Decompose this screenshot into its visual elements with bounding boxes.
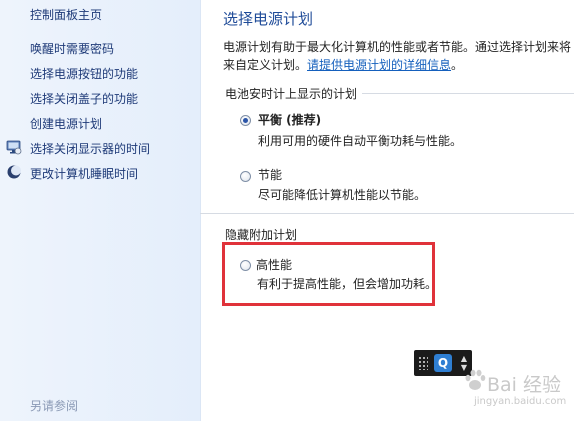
description-suffix: 。: [451, 58, 464, 72]
battery-group-divider: [362, 93, 574, 94]
balanced-radio[interactable]: [240, 115, 251, 126]
watermark-url: jingyan.baidu.com: [474, 396, 567, 407]
sidebar-item-require-password[interactable]: 唤醒时需要密码: [30, 40, 114, 57]
description-prefix: 来自定义计划。: [223, 58, 308, 72]
sidebar-item-create-plan[interactable]: 创建电源计划: [30, 115, 102, 132]
balanced-plan-description: 利用可用的硬件自动平衡功耗与性能。: [258, 134, 463, 148]
widget-q-button[interactable]: Q: [434, 354, 452, 372]
hidden-plans-divider: [200, 213, 574, 214]
monitor-icon: [6, 139, 22, 155]
watermark: Bai 经验 jingyan.baidu.com: [462, 362, 572, 412]
sidebar: 控制面板主页 唤醒时需要密码 选择电源按钮的功能 选择关闭盖子的功能 创建电源计…: [0, 0, 201, 421]
description-line-2: 来自定义计划。请提供电源计划的详细信息。: [223, 56, 574, 74]
sidebar-item-control-panel-home[interactable]: 控制面板主页: [30, 6, 102, 23]
sidebar-item-lid-close[interactable]: 选择关闭盖子的功能: [30, 90, 138, 107]
highlight-box: [222, 242, 435, 306]
battery-plans-group-label: 电池安时计上显示的计划: [225, 87, 358, 101]
main-content: 选择电源计划 电源计划有助于最大化计算机的性能或者节能。通过选择计划来将 来自定…: [200, 0, 574, 421]
hidden-plans-toggle[interactable]: 隐藏附加计划: [225, 226, 297, 243]
power-saver-plan-name[interactable]: 节能: [258, 166, 282, 183]
sidebar-item-power-button[interactable]: 选择电源按钮的功能: [30, 65, 138, 82]
see-also-heading: 另请参阅: [30, 399, 79, 413]
watermark-text: Bai 经验: [487, 374, 561, 396]
paw-icon: [465, 369, 486, 390]
drag-handle-icon[interactable]: [418, 356, 428, 370]
plan-details-link[interactable]: 请提供电源计划的详细信息: [307, 58, 451, 72]
page-title: 选择电源计划: [223, 10, 314, 28]
power-saver-plan-description: 尽可能降低计算机性能以节能。: [258, 188, 427, 202]
sidebar-item-display-off[interactable]: 选择关闭显示器的时间: [30, 140, 150, 157]
sidebar-item-sleep-time[interactable]: 更改计算机睡眠时间: [30, 165, 138, 182]
moon-icon: [6, 164, 22, 180]
power-saver-radio[interactable]: [240, 171, 251, 182]
page-description: 电源计划有助于最大化计算机的性能或者节能。通过选择计划来将 来自定义计划。请提供…: [223, 38, 574, 74]
balanced-plan-name[interactable]: 平衡 (推荐): [258, 111, 321, 128]
description-line-1: 电源计划有助于最大化计算机的性能或者节能。通过选择计划来将: [223, 40, 572, 54]
